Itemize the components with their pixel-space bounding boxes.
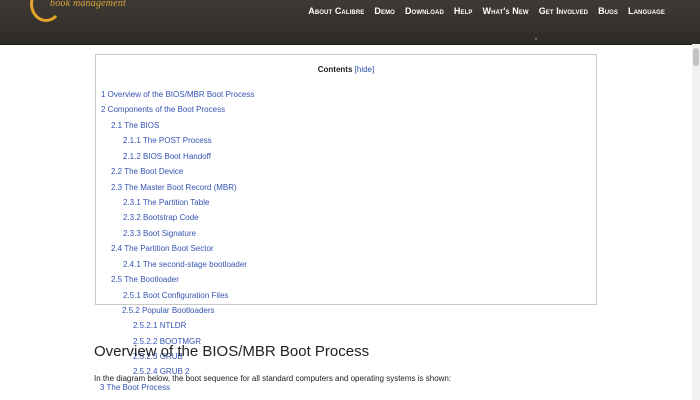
- toc-entry[interactable]: 2.3 The Master Boot Record (MBR): [111, 183, 237, 192]
- decorative-dot: [535, 38, 537, 40]
- toc-entry[interactable]: 2.5 The Bootloader: [111, 275, 179, 284]
- toc-entry[interactable]: 2.5.2 Popular Bootloaders: [122, 306, 215, 315]
- intro-paragraph: In the diagram below, the boot sequence …: [94, 374, 452, 383]
- toc-entry[interactable]: 2.2 The Boot Device: [111, 167, 183, 176]
- toc-entry[interactable]: 1 Overview of the BIOS/MBR Boot Process: [101, 90, 254, 99]
- logo-tagline[interactable]: book management: [50, 0, 126, 9]
- section-heading: Overview of the BIOS/MBR Boot Process: [94, 343, 370, 360]
- nav-help[interactable]: Help: [449, 6, 478, 16]
- toc-entry[interactable]: 2.5.2.1 NTLDR: [133, 321, 186, 330]
- toc-entry[interactable]: 2.1.1 The POST Process: [123, 136, 212, 145]
- toc-entry[interactable]: 2.5.1 Boot Configuration Files: [123, 291, 228, 300]
- toc-title-row: Contents [hide]: [96, 65, 596, 74]
- nav-language[interactable]: Language: [623, 6, 670, 16]
- site-header: book management About Calibre Demo Downl…: [0, 0, 700, 45]
- nav-get-involved[interactable]: Get Involved: [534, 6, 593, 16]
- toc-title: Contents: [317, 65, 353, 74]
- toc-entry[interactable]: 2 Components of the Boot Process: [101, 105, 225, 114]
- vertical-scrollbar[interactable]: [692, 44, 700, 400]
- toc-entry[interactable]: 2.1 The BIOS: [111, 121, 159, 130]
- scrollbar-thumb[interactable]: [693, 48, 699, 66]
- nav-demo[interactable]: Demo: [369, 6, 400, 16]
- nav-download[interactable]: Download: [400, 6, 449, 16]
- table-of-contents: Contents [hide] 1 Overview of the BIOS/M…: [95, 54, 597, 305]
- main-nav: About Calibre Demo Download Help What's …: [303, 6, 670, 16]
- toc-entry[interactable]: 2.3.2 Bootstrap Code: [123, 213, 199, 222]
- toc-entry[interactable]: 3 The Boot Process: [100, 383, 170, 392]
- nav-whats-new[interactable]: What's New: [478, 6, 534, 16]
- toc-entry[interactable]: 2.4 The Partition Boot Sector: [111, 244, 214, 253]
- toc-entry[interactable]: 2.1.2 BIOS Boot Handoff: [123, 152, 211, 161]
- toc-entry[interactable]: 2.3.1 The Partition Table: [123, 198, 209, 207]
- toc-entry[interactable]: 2.3.3 Boot Signature: [123, 229, 196, 238]
- toc-entry[interactable]: 2.4.1 The second-stage bootloader: [123, 260, 247, 269]
- nav-about-calibre[interactable]: About Calibre: [303, 6, 369, 16]
- nav-bugs[interactable]: Bugs: [593, 6, 623, 16]
- toc-hide-link[interactable]: [hide]: [355, 65, 375, 74]
